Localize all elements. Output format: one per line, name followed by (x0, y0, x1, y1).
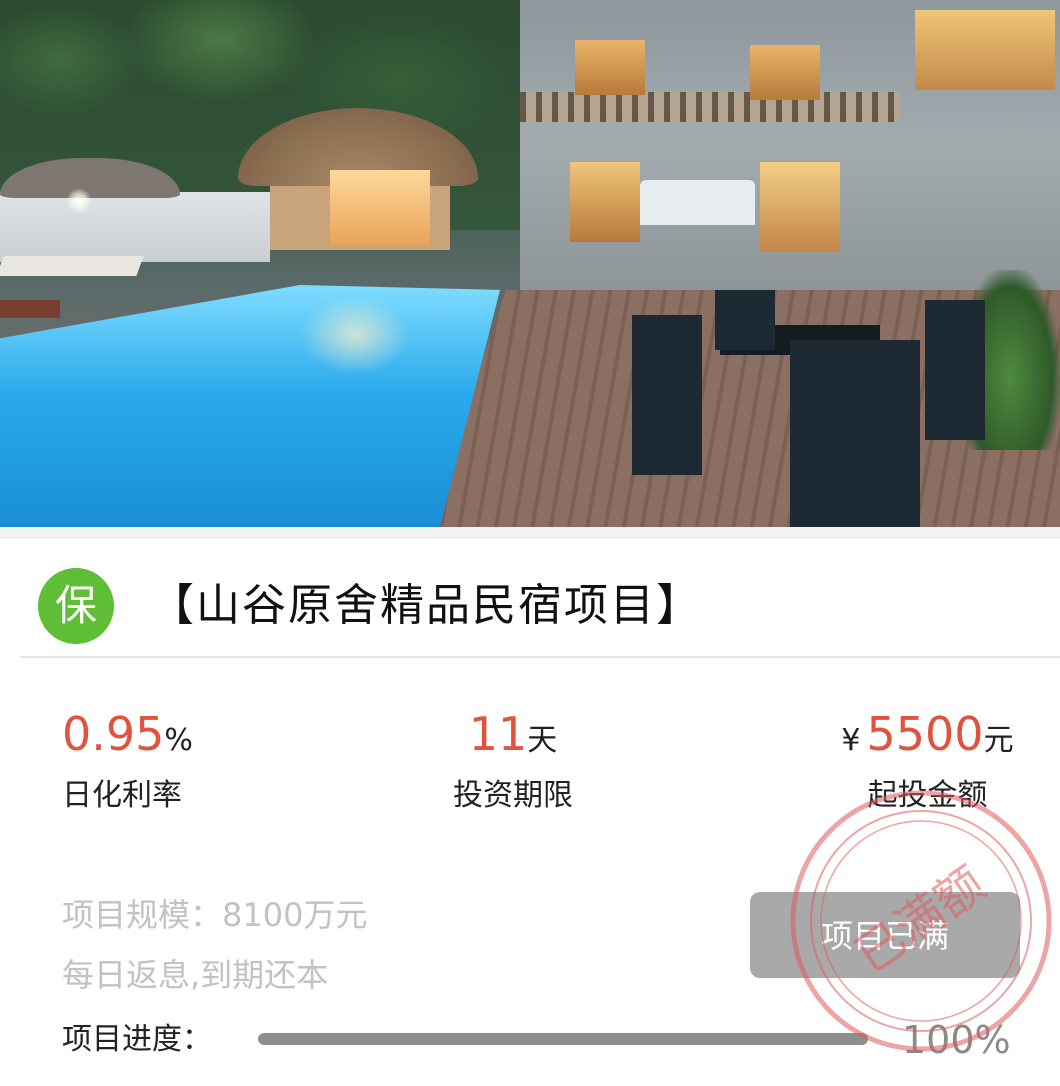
swimming-pool (0, 285, 500, 527)
currency-symbol: ¥ (841, 723, 861, 758)
repayment-method: 每日返息,到期还本 (62, 956, 329, 994)
min-amount-value: 5500 (866, 707, 984, 761)
white-awning (640, 180, 755, 225)
progress-percent: 100% (902, 1018, 1011, 1062)
progress-bar-fill (258, 1033, 868, 1045)
term-value: 11 (468, 707, 528, 761)
garden-lamp (66, 188, 92, 214)
project-title: 【山谷原舍精品民宿项目】 (150, 580, 702, 631)
rate-label: 日化利率 (62, 778, 182, 813)
hero-photo (0, 0, 1060, 527)
term-unit: 天 (527, 723, 558, 758)
rate-unit: % (164, 723, 193, 758)
stat-term: 11天 投资期限 (448, 706, 578, 816)
garden-wall (0, 192, 270, 262)
sun-lounger (0, 256, 144, 276)
progress-label: 项目进度： (62, 1022, 212, 1057)
patio-chair (715, 290, 775, 350)
guarantee-badge-icon: 保 (38, 568, 114, 644)
lit-window (915, 10, 1055, 90)
min-amount-unit: 元 (983, 723, 1014, 758)
title-divider (20, 656, 1060, 658)
stat-daily-rate: 0.95% 日化利率 (62, 706, 193, 816)
lit-window (570, 162, 640, 242)
project-title-row: 保 【山谷原舍精品民宿项目】 (0, 538, 1060, 656)
patio-chair (790, 340, 920, 527)
progress-bar (258, 1033, 868, 1045)
term-label: 投资期限 (453, 778, 573, 813)
pool-reflection (300, 295, 410, 375)
stat-min-amount: ¥5500元 起投金额 (835, 706, 1020, 816)
patio-chair (632, 315, 702, 475)
house-balcony (520, 92, 900, 122)
min-amount-label: 起投金额 (867, 778, 988, 813)
lit-window (760, 162, 840, 252)
rate-value: 0.95 (62, 707, 165, 761)
lit-window (575, 40, 645, 95)
sun-lounger (0, 300, 60, 318)
project-scale: 项目规模：8100万元 (62, 896, 368, 934)
lit-window (750, 45, 820, 100)
project-full-button[interactable]: 项目已满 (750, 892, 1020, 978)
hut-lit-door (330, 170, 430, 245)
patio-chair (925, 300, 985, 440)
project-card[interactable]: 保 【山谷原舍精品民宿项目】 0.95% 日化利率 11天 投资期限 ¥5500… (0, 537, 1060, 1086)
